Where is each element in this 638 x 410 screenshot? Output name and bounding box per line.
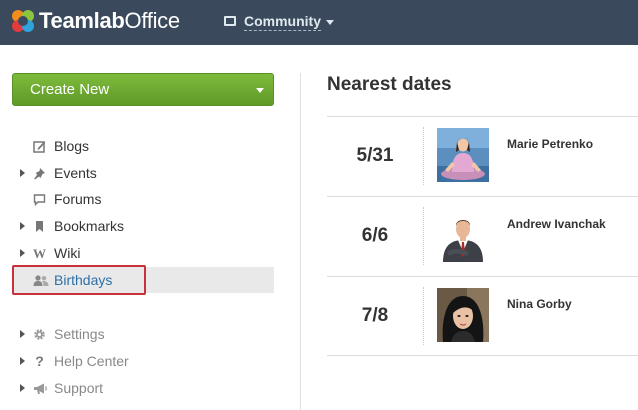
avatar[interactable] [437, 128, 489, 182]
sidebar-item-blogs[interactable]: Blogs [12, 133, 274, 159]
avatar[interactable] [437, 208, 489, 262]
module-switcher[interactable]: Community [224, 12, 334, 32]
person-name-link[interactable]: Andrew Ivanchak [507, 217, 606, 231]
expand-arrow-icon[interactable] [20, 249, 25, 257]
person-name-link[interactable]: Marie Petrenko [507, 137, 593, 151]
sidebar-item-label: Bookmarks [54, 218, 125, 234]
create-new-label: Create New [30, 81, 110, 98]
person-name-link[interactable]: Nina Gorby [507, 297, 572, 311]
chevron-down-icon [256, 88, 264, 93]
pencil-square-icon [33, 140, 46, 153]
birthday-date: 7/8 [361, 305, 389, 326]
expand-arrow-icon[interactable] [20, 357, 25, 365]
gear-icon [33, 328, 46, 341]
sidebar-item-label: Help Center [54, 353, 129, 369]
speech-bubble-icon [33, 193, 46, 207]
module-label: Community [244, 13, 321, 31]
sidebar-item-events[interactable]: Events [12, 160, 274, 186]
panel-divider [300, 73, 301, 410]
sidebar-item-label: Events [54, 165, 97, 181]
sidebar-item-label: Blogs [54, 138, 90, 154]
row-separator [423, 287, 424, 345]
question-icon: ? [35, 353, 44, 369]
bookmark-icon [33, 220, 46, 233]
avatar[interactable] [437, 288, 489, 342]
birthday-row: 7/8 Nina Gorby [327, 276, 638, 356]
sidebar-item-help-center[interactable]: ? Help Center [12, 348, 274, 374]
birthday-date: 5/31 [356, 145, 394, 166]
expand-arrow-icon[interactable] [20, 330, 25, 338]
sidebar-item-label: Support [54, 380, 104, 396]
sidebar-item-support[interactable]: Support [12, 375, 274, 401]
chevron-down-icon [326, 19, 334, 25]
sidebar-item-label: Wiki [54, 245, 81, 261]
wiki-w-icon: W [33, 246, 46, 261]
row-separator [423, 127, 424, 185]
pin-icon [33, 167, 46, 180]
community-icon [224, 16, 236, 26]
expand-arrow-icon[interactable] [20, 222, 25, 230]
expand-arrow-icon[interactable] [20, 384, 25, 392]
birthday-date: 6/6 [361, 225, 389, 246]
sidebar-item-birthdays[interactable]: Birthdays [12, 267, 274, 293]
logo-text: TeamlabOffice [39, 8, 180, 33]
sidebar-item-forums[interactable]: Forums [12, 186, 274, 212]
sidebar-item-bookmarks[interactable]: Bookmarks [12, 213, 274, 239]
sidebar-item-settings[interactable]: Settings [12, 321, 274, 347]
megaphone-icon [33, 382, 47, 395]
expand-arrow-icon[interactable] [20, 169, 25, 177]
top-bar: TeamlabOffice Community [0, 0, 638, 45]
birthday-row: 6/6 Andrew Ivanchak [327, 196, 638, 276]
create-new-button[interactable]: Create New [12, 73, 274, 106]
sidebar-item-label: Settings [54, 326, 105, 342]
sidebar-item-label: Birthdays [54, 272, 113, 288]
users-icon [33, 274, 49, 287]
teamlab-logo[interactable]: TeamlabOffice [12, 8, 180, 33]
sidebar-item-wiki[interactable]: W Wiki [12, 240, 274, 266]
row-separator [423, 207, 424, 265]
birthday-row: 5/31 Marie Petrenko [327, 116, 638, 196]
logo-mark-icon [12, 10, 34, 32]
page-title: Nearest dates [327, 74, 452, 95]
sidebar-item-label: Forums [54, 191, 102, 207]
